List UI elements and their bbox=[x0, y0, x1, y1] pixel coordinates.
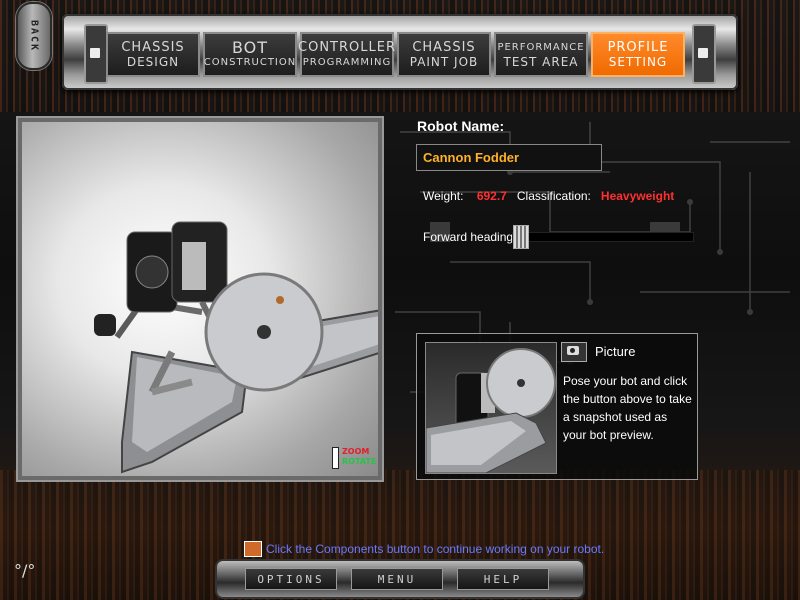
tab-label: PERFORMANCE bbox=[497, 41, 585, 53]
tab-performance-test-area[interactable]: PERFORMANCE TEST AREA bbox=[494, 32, 588, 77]
hint-text: Click the Components button to continue … bbox=[266, 542, 605, 556]
blade-mount bbox=[276, 296, 284, 304]
robot-name-input[interactable] bbox=[416, 144, 602, 171]
nav-tabs: CHASSIS DESIGN BOT CONSTRUCTION CONTROLL… bbox=[106, 32, 685, 77]
forward-heading-label: Forward heading: bbox=[423, 230, 517, 244]
nav-left-cap bbox=[84, 24, 108, 84]
tab-sublabel: CONSTRUCTION bbox=[203, 56, 297, 68]
tab-label: BOT bbox=[231, 37, 269, 57]
picture-instructions: Pose your bot and click the button above… bbox=[563, 374, 692, 442]
back-label: BACK bbox=[28, 19, 40, 53]
picture-title: Picture bbox=[595, 344, 636, 359]
robot-3d-viewport[interactable] bbox=[16, 116, 384, 482]
rotate-label: ROTATE bbox=[342, 457, 377, 466]
tab-label: PROFILE bbox=[607, 39, 669, 55]
tab-sublabel: PAINT JOB bbox=[409, 54, 479, 69]
weight-label: Weight: bbox=[423, 189, 464, 203]
components-hint-icon bbox=[244, 541, 262, 557]
viewport-render[interactable] bbox=[22, 122, 378, 476]
saw-blade-hub bbox=[257, 325, 271, 339]
tab-sublabel: TEST AREA bbox=[503, 54, 579, 69]
options-button[interactable]: OPTIONS bbox=[245, 568, 337, 590]
corner-logo-icon: °/° bbox=[14, 561, 36, 580]
tab-controller-programming[interactable]: CONTROLLER PROGRAMMING bbox=[298, 32, 396, 77]
tab-bot-construction[interactable]: BOT CONSTRUCTION bbox=[203, 32, 297, 77]
camera-icon bbox=[567, 346, 579, 355]
robot-stats: Weight: 692.7 Classification: Heavyweigh… bbox=[423, 189, 674, 203]
tab-label: CHASSIS bbox=[121, 39, 185, 55]
weight-value: 692.7 bbox=[476, 189, 507, 203]
help-button[interactable]: HELP bbox=[457, 568, 549, 590]
wheel-left bbox=[94, 314, 116, 336]
status-hint: Click the Components button to continue … bbox=[244, 541, 604, 557]
tab-profile-setting[interactable]: PROFILE SETTING bbox=[591, 32, 685, 77]
bot-preview-thumbnail bbox=[425, 342, 557, 474]
forward-heading-slider[interactable] bbox=[513, 225, 529, 249]
tab-chassis-paint-job[interactable]: CHASSIS PAINT JOB bbox=[397, 32, 491, 77]
wheel-hub bbox=[135, 255, 169, 289]
tab-sublabel: SETTING bbox=[608, 54, 668, 69]
take-snapshot-button[interactable] bbox=[561, 342, 587, 362]
classification-label: Classification: bbox=[516, 189, 591, 203]
tab-label: CONTROLLER bbox=[298, 39, 396, 55]
zoom-rotate-control[interactable]: ZOOM ROTATE bbox=[332, 447, 378, 473]
robot-render bbox=[94, 221, 378, 474]
tab-sublabel: PROGRAMMING bbox=[302, 56, 392, 68]
menu-button[interactable]: MENU bbox=[351, 568, 443, 590]
top-nav: CHASSIS DESIGN BOT CONSTRUCTION CONTROLL… bbox=[62, 4, 738, 100]
motor-band bbox=[182, 242, 206, 290]
robot-name-label: Robot Name: bbox=[417, 118, 505, 134]
footer-bar: OPTIONS MENU HELP bbox=[217, 561, 583, 597]
zoom-label: ZOOM bbox=[342, 447, 370, 456]
nav-right-cap bbox=[692, 24, 716, 84]
tab-chassis-design[interactable]: CHASSIS DESIGN bbox=[106, 32, 200, 77]
forward-heading-track[interactable] bbox=[512, 232, 694, 242]
back-button[interactable]: BACK bbox=[16, 2, 52, 70]
zoom-handle[interactable] bbox=[332, 447, 339, 469]
classification-value: Heavyweight bbox=[600, 189, 675, 203]
tab-label: CHASSIS bbox=[412, 39, 476, 55]
tab-sublabel: DESIGN bbox=[126, 54, 180, 69]
picture-panel: Picture Pose your bot and click the butt… bbox=[416, 333, 698, 480]
